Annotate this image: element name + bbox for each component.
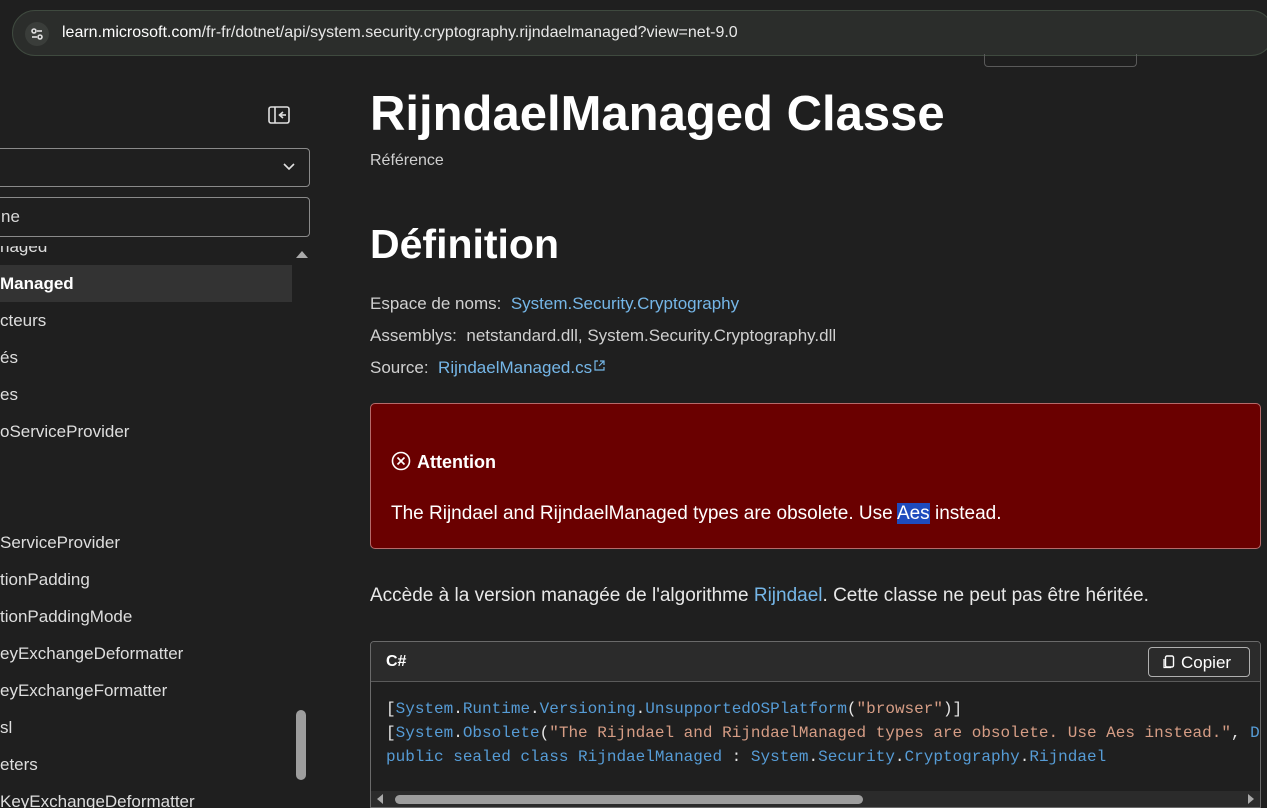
- toc-item[interactable]: naged: [0, 246, 292, 265]
- toc-item[interactable]: sl: [0, 709, 292, 746]
- external-link-icon: [594, 360, 605, 374]
- url-host: learn.microsoft.com: [62, 24, 202, 41]
- code-horizontal-scrollbar[interactable]: [371, 791, 1260, 807]
- scroll-up-arrow-icon[interactable]: [296, 251, 308, 258]
- version-select[interactable]: [0, 148, 310, 187]
- alert-title-text: Attention: [417, 452, 496, 472]
- filter-input[interactable]: ne: [0, 197, 310, 237]
- copy-label: Copier: [1181, 653, 1232, 672]
- namespace-label: Espace de noms:: [370, 294, 502, 313]
- assemblies-value: netstandard.dll, System.Security.Cryptog…: [466, 326, 837, 345]
- page-subtitle: Référence: [370, 152, 444, 169]
- alert-title: Attention: [391, 451, 496, 473]
- alert-text: The Rijndael and RijndaelManaged types a…: [391, 503, 897, 524]
- obsolete-warning: Attention The Rijndael and RijndaelManag…: [370, 403, 1261, 549]
- toc-item[interactable]: oServiceProvider: [0, 413, 292, 450]
- code-content: [System.Runtime.Versioning.UnsupportedOS…: [386, 700, 1260, 766]
- toc-tree: naged Managed cteurs és es oServiceProvi…: [0, 246, 292, 808]
- namespace-row: Espace de noms: System.Security.Cryptogr…: [370, 294, 739, 314]
- namespace-link[interactable]: System.Security.Cryptography: [511, 294, 739, 313]
- alert-body: The Rijndael and RijndaelManaged types a…: [391, 503, 1002, 525]
- page-title: RijndaelManaged Classe: [370, 87, 945, 141]
- collapse-sidebar-icon[interactable]: [268, 106, 290, 124]
- toc-item[interactable]: cteurs: [0, 302, 292, 339]
- toc-item[interactable]: ServiceProvider: [0, 524, 292, 561]
- browser-toolbar: learn.microsoft.com/fr-fr/dotnet/api/sys…: [0, 0, 1267, 67]
- site-info-icon[interactable]: [25, 22, 49, 46]
- source-link[interactable]: RijndaelManaged.cs: [438, 358, 592, 377]
- main-content: RijndaelManaged Classe Référence Définit…: [312, 66, 1267, 808]
- error-circle-icon: [391, 451, 411, 471]
- copy-button[interactable]: Copier: [1148, 647, 1250, 677]
- toc-item[interactable]: tionPaddingMode: [0, 598, 292, 635]
- code-scroll-thumb[interactable]: [395, 795, 863, 804]
- code-header: C# Copier: [371, 642, 1260, 682]
- toc-sidebar: ne naged Managed cteurs és es oServicePr…: [0, 66, 312, 808]
- alert-text-end: instead.: [929, 503, 1002, 524]
- scroll-right-arrow-icon[interactable]: [1248, 794, 1254, 804]
- summary-text: Accède à la version managée de l'algorit…: [370, 585, 754, 606]
- url-text[interactable]: learn.microsoft.com/fr-fr/dotnet/api/sys…: [62, 24, 738, 42]
- copy-icon: [1163, 654, 1175, 669]
- toc-item[interactable]: és: [0, 339, 292, 376]
- toc-item[interactable]: es: [0, 376, 292, 413]
- toc-item-current[interactable]: Managed: [0, 265, 292, 302]
- toc-item[interactable]: eyExchangeFormatter: [0, 672, 292, 709]
- toc-item[interactable]: KeyExchangeDeformatter: [0, 783, 292, 808]
- sidebar-scrollbar[interactable]: [292, 246, 310, 808]
- toc-item[interactable]: eyExchangeDeformatter: [0, 635, 292, 672]
- source-label: Source:: [370, 358, 429, 377]
- definition-heading: Définition: [370, 221, 560, 267]
- chevron-down-icon: [281, 158, 297, 174]
- source-row: Source: RijndaelManaged.cs: [370, 358, 605, 378]
- class-summary: Accède à la version managée de l'algorit…: [370, 585, 1149, 607]
- aes-link[interactable]: Aes: [896, 503, 930, 524]
- code-language: C#: [386, 653, 407, 670]
- scroll-left-arrow-icon[interactable]: [377, 794, 383, 804]
- rijndael-link[interactable]: Rijndael: [754, 585, 823, 606]
- sidebar-scroll-thumb[interactable]: [296, 710, 306, 780]
- assemblies-label: Assemblys:: [370, 326, 457, 345]
- url-path: /fr-fr/dotnet/api/system.security.crypto…: [201, 24, 738, 41]
- address-bar[interactable]: learn.microsoft.com/fr-fr/dotnet/api/sys…: [12, 10, 1267, 56]
- toc-item[interactable]: tionPadding: [0, 561, 292, 598]
- toc-item[interactable]: eters: [0, 746, 292, 783]
- summary-text-end: . Cette classe ne peut pas être héritée.: [822, 585, 1149, 606]
- assemblies-row: Assemblys: netstandard.dll, System.Secur…: [370, 326, 836, 346]
- code-block: C# Copier [System.Runtime.Versioning.Uns…: [370, 641, 1261, 808]
